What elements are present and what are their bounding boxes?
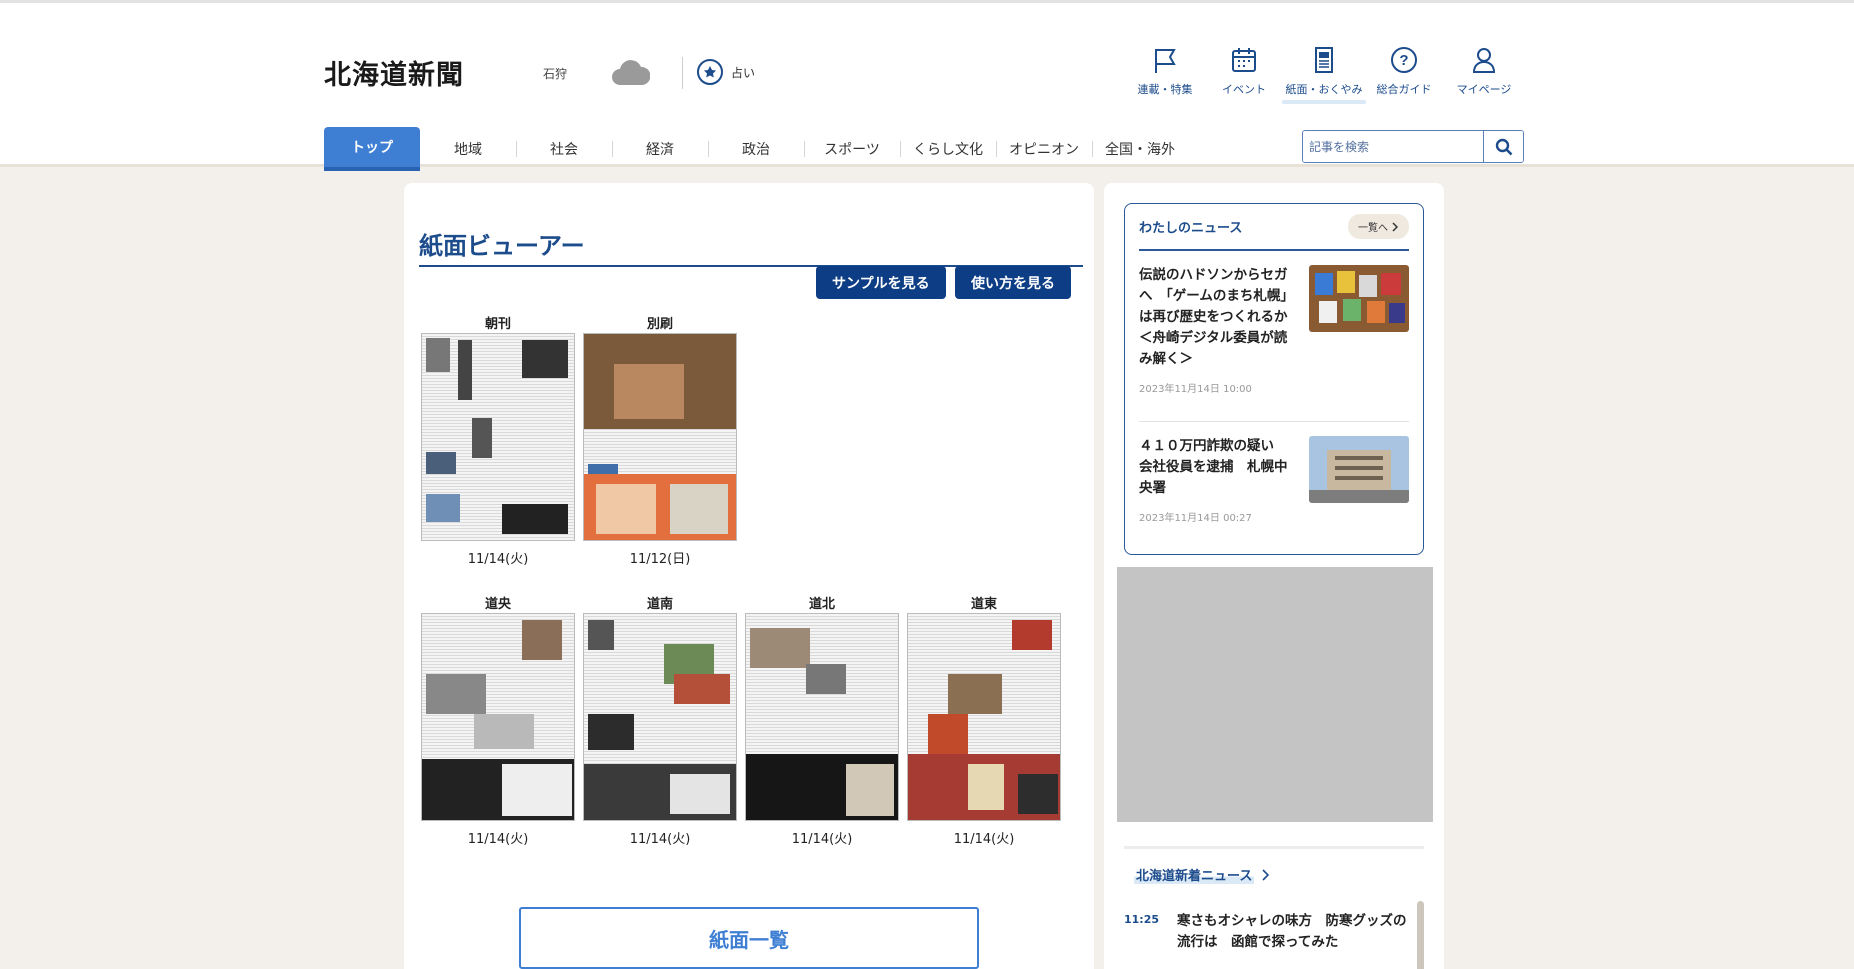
paper-label: 道南 (646, 597, 673, 612)
news-time: 11:25 (1124, 913, 1160, 926)
search-button[interactable] (1483, 131, 1523, 162)
news-timestamp: 2023年11月14日 10:00 (1139, 384, 1252, 395)
util-label: 紙面・おくやみ (1285, 83, 1363, 96)
paper-thumbnail[interactable] (421, 613, 575, 821)
paper-south[interactable]: 道南 11/14(火) (582, 593, 738, 847)
more-label: 一覧へ (1358, 223, 1388, 234)
util-events[interactable]: イベント (1199, 45, 1289, 97)
util-paper[interactable]: 紙面・おくやみ (1279, 45, 1369, 104)
paper-date: 11/14(火) (629, 832, 691, 847)
sample-button[interactable]: サンプルを見る (816, 266, 946, 299)
tab-society[interactable]: 社会 (516, 127, 612, 171)
search-input[interactable] (1303, 131, 1483, 162)
hokkaido-news-title: 北海道新着ニュース (1134, 865, 1255, 884)
news-thumbnail[interactable] (1309, 436, 1409, 503)
news-item[interactable]: ４１０万円詐欺の疑い 会社役員を逮捕 札幌中央署 2023年11月14日 00:… (1139, 421, 1409, 524)
my-news-box: わたしのニュース 一覧へ 伝説のハドソンからセガへ 「ゲームのまち札幌」は再び歴… (1124, 203, 1424, 555)
paper-thumbnail[interactable] (907, 613, 1061, 821)
paper-thumbnail[interactable] (583, 613, 737, 821)
news-item[interactable]: 伝説のハドソンからセガへ 「ゲームのまち札幌」は再び歴史をつくれるか＜舟崎デジタ… (1139, 251, 1409, 395)
help-icon: ? (1391, 47, 1417, 73)
paper-supplement[interactable]: 別刷 11/12(日) (582, 313, 738, 567)
tab-economy[interactable]: 経済 (612, 127, 708, 171)
paper-central[interactable]: 道央 11/14(火) (420, 593, 576, 847)
my-news-title: わたしのニュース (1139, 221, 1243, 236)
site-header: 北海道新聞 石狩 占い 連載・特集 イベント 紙面・おくやみ ? 総合ガイド マ… (0, 0, 1854, 171)
main-nav: トップ 地域 社会 経済 政治 スポーツ くらし文化 オピニオン 全国・海外 (324, 127, 1188, 171)
tab-sports[interactable]: スポーツ (804, 127, 900, 171)
paper-label: 別刷 (646, 317, 673, 332)
search-icon (1495, 138, 1512, 155)
paper-label: 道北 (808, 597, 835, 612)
paper-date: 11/12(日) (629, 552, 691, 567)
util-mypage[interactable]: マイページ (1439, 45, 1529, 97)
util-label: イベント (1222, 83, 1266, 96)
my-news-header: わたしのニュース 一覧へ (1139, 204, 1409, 251)
util-guide[interactable]: ? 総合ガイド (1359, 45, 1449, 97)
user-icon (1472, 48, 1496, 73)
paper-thumbnail[interactable] (583, 333, 737, 541)
fortune-label: 占い (731, 65, 756, 80)
paper-label: 道東 (970, 597, 997, 612)
util-label: 連載・特集 (1137, 83, 1193, 96)
news-title[interactable]: 寒さもオシャレの味方 防寒グッズの流行は 函館で探ってみた (1177, 911, 1414, 953)
paper-thumbnail[interactable] (421, 333, 575, 541)
paper-list-button[interactable]: 紙面一覧 (519, 907, 979, 969)
news-thumbnail[interactable] (1309, 265, 1409, 332)
section-divider (1124, 846, 1424, 849)
chevron-right-icon (1262, 868, 1270, 881)
site-logo[interactable]: 北海道新聞 (324, 53, 464, 92)
paper-morning[interactable]: 朝刊 11/14(火) (420, 313, 576, 567)
more-link[interactable]: 一覧へ (1348, 214, 1409, 239)
tab-opinion[interactable]: オピニオン (996, 127, 1092, 171)
util-label: マイページ (1456, 83, 1512, 96)
paper-label: 朝刊 (484, 317, 511, 332)
search-box (1302, 130, 1524, 163)
util-series[interactable]: 連載・特集 (1120, 45, 1210, 97)
svg-text:?: ? (1399, 52, 1408, 69)
paper-date: 11/14(火) (467, 832, 529, 847)
cloud-icon[interactable] (610, 55, 650, 89)
news-timestamp: 2023年11月14日 00:27 (1139, 513, 1252, 524)
paper-thumbnail[interactable] (745, 613, 899, 821)
news-scrollbar[interactable] (1417, 901, 1424, 969)
sidebar: わたしのニュース 一覧へ 伝説のハドソンからセガへ 「ゲームのまち札幌」は再び歴… (1104, 183, 1444, 969)
fortune-link[interactable]: 占い (695, 57, 755, 87)
paper-east[interactable]: 道東 11/14(火) (906, 593, 1062, 847)
paper-date: 11/14(火) (953, 832, 1015, 847)
fortune-icon (697, 59, 723, 85)
area-label[interactable]: 石狩 (543, 65, 567, 82)
hokkaido-news-header[interactable]: 北海道新着ニュース (1134, 865, 1270, 884)
tab-culture[interactable]: くらし文化 (900, 127, 996, 171)
news-title[interactable]: 伝説のハドソンからセガへ 「ゲームのまち札幌」は再び歴史をつくれるか＜舟崎デジタ… (1139, 265, 1299, 370)
howto-button[interactable]: 使い方を見る (955, 266, 1071, 299)
chevron-right-icon (1392, 221, 1399, 232)
util-label: 総合ガイド (1376, 83, 1432, 96)
calendar-icon (1232, 48, 1256, 72)
paper-label: 道央 (484, 597, 511, 612)
paper-viewer-panel: 紙面ビューアー サンプルを見る 使い方を見る 朝刊 11/14(火) 別刷 11… (404, 183, 1094, 969)
tab-national[interactable]: 全国・海外 (1092, 127, 1188, 171)
news-title[interactable]: ４１０万円詐欺の疑い 会社役員を逮捕 札幌中央署 (1139, 436, 1299, 499)
paper-north[interactable]: 道北 11/14(火) (744, 593, 900, 847)
ad-slot[interactable] (1117, 567, 1433, 822)
header-divider (682, 57, 683, 89)
hokkaido-news-item[interactable]: 11:25 寒さもオシャレの味方 防寒グッズの流行は 函館で探ってみた (1124, 911, 1414, 953)
tab-region[interactable]: 地域 (420, 127, 516, 171)
tab-politics[interactable]: 政治 (708, 127, 804, 171)
paper-date: 11/14(火) (467, 552, 529, 567)
section-title: 紙面ビューアー (419, 226, 1083, 267)
newspaper-icon (1315, 47, 1333, 73)
flag-icon (1155, 49, 1176, 73)
paper-date: 11/14(火) (791, 832, 853, 847)
tab-top[interactable]: トップ (324, 127, 420, 171)
